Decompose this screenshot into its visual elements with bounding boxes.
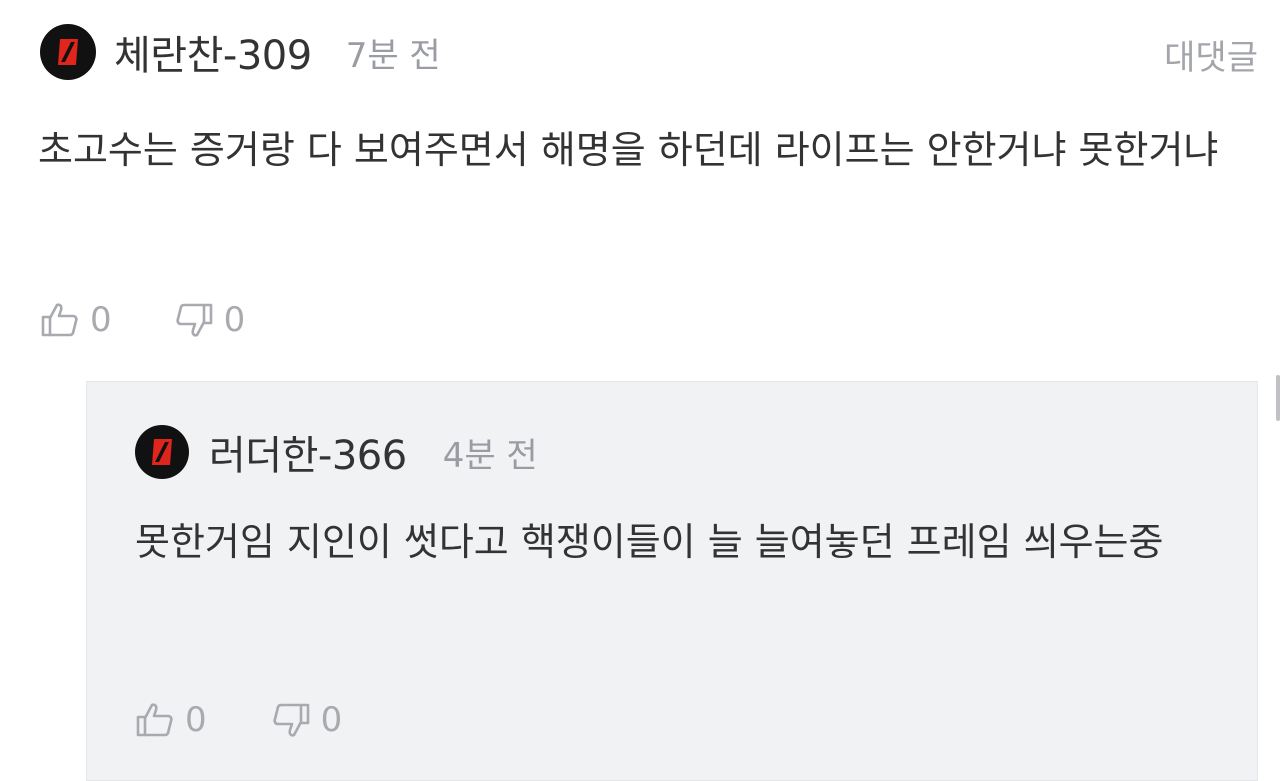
reply-item: 러더한-366 4분 전 못한거임 지인이 썻다고 핵쟁이들이 늘 늘여놓던 프… [86, 381, 1258, 781]
reply-header: 러더한-366 4분 전 [135, 424, 538, 480]
comment-header: 체란찬-309 7분 전 [40, 24, 441, 80]
reply-text: 못한거임 지인이 썻다고 핵쟁이들이 늘 늘여놓던 프레임 씌우는중 [135, 520, 1164, 564]
thumbs-up-icon [41, 303, 78, 337]
username[interactable]: 체란찬-309 [114, 23, 312, 81]
comment-text: 초고수는 증거랑 다 보여주면서 해명을 하던데 라이프는 안한거냐 못한거냐 [38, 128, 1219, 172]
reply-button[interactable]: 대댓글 [1164, 30, 1258, 79]
avatar[interactable] [40, 24, 96, 80]
like-button[interactable]: 0 [135, 700, 207, 740]
avatar[interactable] [135, 425, 189, 479]
like-button[interactable]: 0 [40, 300, 112, 340]
reply-actions: 0 0 [135, 696, 342, 744]
scrollbar[interactable] [1276, 375, 1280, 421]
comment-item: 체란찬-309 7분 전 대댓글 초고수는 증거랑 다 보여주면서 해명을 하던… [0, 0, 1280, 781]
dislike-count: 0 [223, 300, 246, 340]
dislike-button[interactable]: 0 [174, 300, 246, 340]
thumbs-down-icon [272, 703, 309, 737]
timestamp: 4분 전 [442, 435, 538, 476]
like-count: 0 [90, 300, 112, 340]
comment-actions: 0 0 [40, 296, 245, 344]
brand-logo-icon [58, 39, 78, 65]
username[interactable]: 러더한-366 [209, 423, 407, 481]
like-count: 0 [185, 700, 207, 740]
timestamp: 7분 전 [345, 35, 441, 76]
dislike-button[interactable]: 0 [271, 700, 343, 740]
dislike-count: 0 [320, 700, 343, 740]
thumbs-down-icon [175, 303, 212, 337]
thumbs-up-icon [136, 703, 173, 737]
brand-logo-icon [152, 439, 172, 465]
